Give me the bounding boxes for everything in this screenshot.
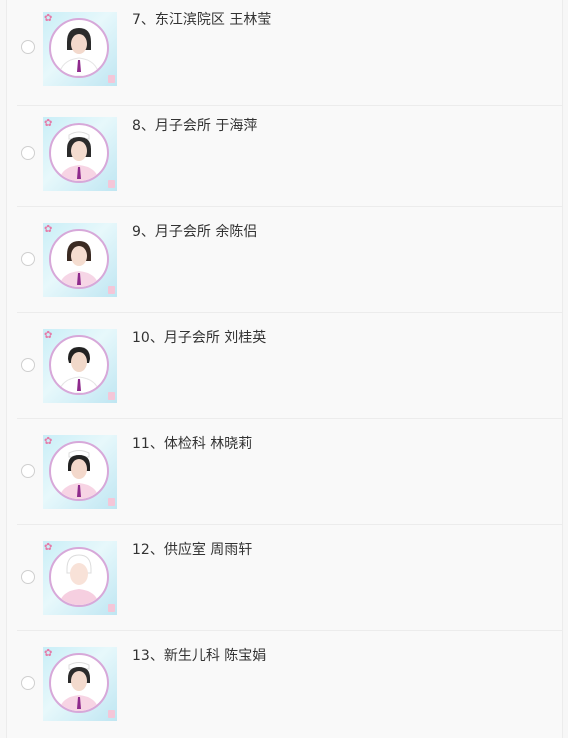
portrait-frame — [49, 18, 109, 78]
flower-decoration-icon: ✿ — [44, 648, 53, 659]
portrait-frame — [49, 123, 109, 183]
flower-decoration-icon: ✿ — [44, 330, 53, 341]
flower-decoration-icon: ✿ — [44, 436, 53, 447]
portrait-frame — [49, 547, 109, 607]
badge-mark — [108, 392, 115, 400]
staff-photo: ✿ — [43, 647, 117, 721]
list-item[interactable]: ✿ 10、月子会所 刘桂英 — [7, 313, 562, 419]
flower-decoration-icon: ✿ — [44, 542, 53, 553]
vote-radio[interactable] — [21, 570, 35, 584]
flower-decoration-icon: ✿ — [44, 118, 53, 129]
portrait-icon — [59, 662, 99, 711]
staff-photo: ✿ — [43, 541, 117, 615]
item-label: 7、东江滨院区 王林莹 — [132, 12, 272, 28]
vote-radio[interactable] — [21, 146, 35, 160]
portrait-frame — [49, 335, 109, 395]
badge-mark — [108, 75, 115, 83]
item-label: 9、月子会所 余陈侣 — [132, 224, 258, 240]
item-label: 8、月子会所 于海萍 — [132, 118, 258, 134]
staff-vote-list: ✿ 7、东江滨院区 王林莹 ✿ 8、月子会所 于海萍 ✿ 9、月子会所 余陈侣 … — [6, 0, 563, 738]
staff-photo: ✿ — [43, 435, 117, 509]
flower-decoration-icon: ✿ — [44, 13, 53, 24]
portrait-frame — [49, 229, 109, 289]
badge-mark — [108, 498, 115, 506]
item-label: 11、体检科 林晓莉 — [132, 436, 253, 452]
staff-photo: ✿ — [43, 329, 117, 403]
portrait-icon — [59, 241, 99, 287]
portrait-icon — [59, 131, 99, 181]
item-label: 13、新生儿科 陈宝娟 — [132, 648, 267, 664]
vote-radio[interactable] — [21, 252, 35, 266]
portrait-icon — [59, 554, 99, 605]
item-label: 10、月子会所 刘桂英 — [132, 330, 267, 346]
vote-radio[interactable] — [21, 676, 35, 690]
list-item[interactable]: ✿ 12、供应室 周雨轩 — [7, 525, 562, 631]
portrait-frame — [49, 653, 109, 713]
staff-photo: ✿ — [43, 12, 117, 86]
staff-photo: ✿ — [43, 223, 117, 297]
portrait-frame — [49, 441, 109, 501]
list-item[interactable]: ✿ 9、月子会所 余陈侣 — [7, 207, 562, 313]
badge-mark — [108, 286, 115, 294]
badge-mark — [108, 710, 115, 718]
badge-mark — [108, 604, 115, 612]
item-label: 12、供应室 周雨轩 — [132, 542, 253, 558]
badge-mark — [108, 180, 115, 188]
vote-radio[interactable] — [21, 464, 35, 478]
list-item[interactable]: ✿ 11、体检科 林晓莉 — [7, 419, 562, 525]
portrait-icon — [58, 28, 100, 76]
list-item[interactable]: ✿ 13、新生儿科 陈宝娟 — [7, 631, 562, 737]
list-item[interactable]: ✿ 8、月子会所 于海萍 — [7, 101, 562, 207]
vote-radio[interactable] — [21, 358, 35, 372]
portrait-icon — [59, 450, 99, 499]
list-item[interactable]: ✿ 7、东江滨院区 王林莹 — [7, 0, 562, 106]
vote-radio[interactable] — [21, 40, 35, 54]
staff-photo: ✿ — [43, 117, 117, 191]
portrait-icon — [58, 347, 100, 393]
flower-decoration-icon: ✿ — [44, 224, 53, 235]
